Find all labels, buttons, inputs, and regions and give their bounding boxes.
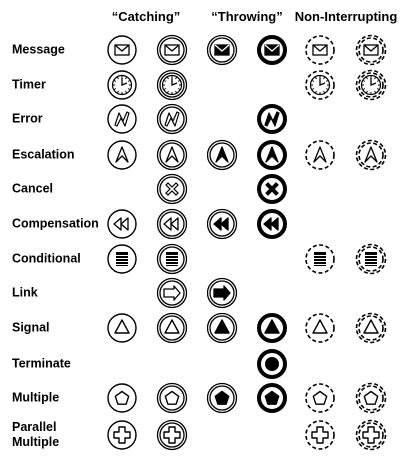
error-intermediate-catch-icon bbox=[156, 103, 188, 135]
timer-intermediate-non-interrupting-icon bbox=[355, 69, 387, 101]
event-label-arrow-right: Link bbox=[12, 285, 38, 300]
message-start-icon bbox=[106, 34, 138, 66]
conditional-start-icon bbox=[106, 243, 138, 275]
event-label-clock: Timer bbox=[12, 77, 46, 92]
signal-intermediate-catch-icon bbox=[156, 312, 188, 344]
header-catching: “Catching” bbox=[111, 9, 181, 24]
timer-intermediate-catch-icon bbox=[156, 69, 188, 101]
event-label-lines: Conditional bbox=[12, 251, 81, 266]
cancel-intermediate-catch-icon bbox=[156, 173, 188, 205]
header-non-interrupting: Non-Interrupting bbox=[294, 9, 398, 24]
compensation-end-icon bbox=[256, 208, 288, 240]
label-line: Multiple bbox=[12, 435, 60, 449]
event-label-triangle: Signal bbox=[12, 320, 50, 335]
conditional-start-non-interrupting-icon bbox=[304, 243, 336, 275]
escalation-start-non-interrupting-icon bbox=[304, 139, 336, 171]
multiple-intermediate-catch-icon bbox=[156, 382, 188, 414]
escalation-end-icon bbox=[256, 139, 288, 171]
multiple-intermediate-throw-icon bbox=[206, 382, 238, 414]
message-intermediate-non-interrupting-icon bbox=[355, 34, 387, 66]
parallel-multiple-start-non-interrupting-icon bbox=[304, 419, 336, 451]
event-label-lightning: Error bbox=[12, 111, 43, 126]
conditional-intermediate-non-interrupting-icon bbox=[355, 243, 387, 275]
event-label-pentagon: Multiple bbox=[12, 390, 60, 405]
link-intermediate-catch-icon bbox=[156, 277, 188, 309]
error-start-icon bbox=[106, 103, 138, 135]
message-intermediate-catch-icon bbox=[156, 34, 188, 66]
signal-start-non-interrupting-icon bbox=[304, 312, 336, 344]
escalation-intermediate-throw-icon bbox=[206, 139, 238, 171]
event-label-envelope: Message bbox=[12, 42, 65, 57]
link-intermediate-throw-icon bbox=[206, 277, 238, 309]
escalation-intermediate-non-interrupting-icon bbox=[355, 139, 387, 171]
message-start-non-interrupting-icon bbox=[304, 34, 336, 66]
compensation-start-icon bbox=[106, 208, 138, 240]
header-throwing: “Throwing” bbox=[211, 9, 283, 24]
event-label-escalation-arrow: Escalation bbox=[12, 147, 75, 162]
label-line: Parallel bbox=[12, 420, 57, 434]
error-end-icon bbox=[256, 103, 288, 135]
escalation-start-icon bbox=[106, 139, 138, 171]
timer-start-non-interrupting-icon bbox=[304, 69, 336, 101]
terminate-end-icon bbox=[256, 348, 288, 380]
message-end-icon bbox=[256, 34, 288, 66]
parallel-multiple-intermediate-catch-icon bbox=[156, 419, 188, 451]
message-intermediate-throw-icon bbox=[206, 34, 238, 66]
timer-start-icon bbox=[106, 69, 138, 101]
cancel-end-icon bbox=[256, 173, 288, 205]
signal-intermediate-throw-icon bbox=[206, 312, 238, 344]
compensation-intermediate-catch-icon bbox=[156, 208, 188, 240]
parallel-multiple-intermediate-non-interrupting-icon bbox=[355, 419, 387, 451]
event-label-x-cross: Cancel bbox=[12, 181, 53, 196]
event-label-plus: Parallel Multiple bbox=[12, 420, 59, 450]
multiple-intermediate-non-interrupting-icon bbox=[355, 382, 387, 414]
event-label-dot: Terminate bbox=[12, 356, 71, 371]
event-label-rewind: Compensation bbox=[12, 216, 99, 231]
multiple-end-icon bbox=[256, 382, 288, 414]
signal-start-icon bbox=[106, 312, 138, 344]
signal-end-icon bbox=[256, 312, 288, 344]
multiple-start-non-interrupting-icon bbox=[304, 382, 336, 414]
multiple-start-icon bbox=[106, 382, 138, 414]
signal-intermediate-non-interrupting-icon bbox=[355, 312, 387, 344]
conditional-intermediate-catch-icon bbox=[156, 243, 188, 275]
escalation-intermediate-catch-icon bbox=[156, 139, 188, 171]
compensation-intermediate-throw-icon bbox=[206, 208, 238, 240]
parallel-multiple-start-icon bbox=[106, 419, 138, 451]
